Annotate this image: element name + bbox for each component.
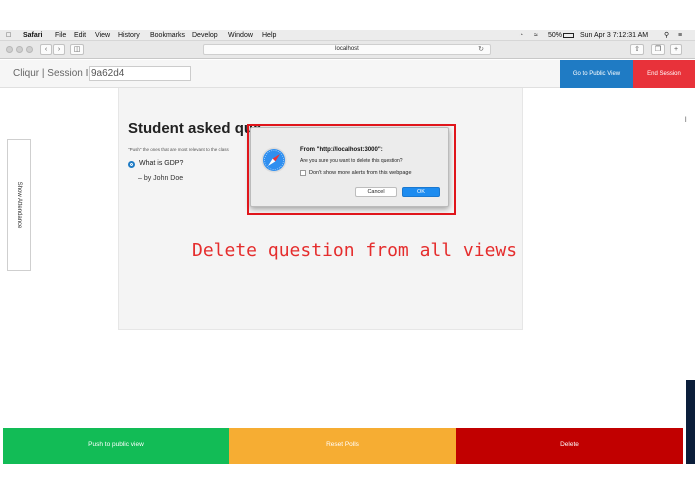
menu-app-name[interactable]: Safari	[23, 31, 42, 40]
question-radio[interactable]	[128, 161, 135, 168]
menu-bookmarks[interactable]: Bookmarks	[150, 31, 185, 40]
menu-edit[interactable]: Edit	[74, 31, 86, 40]
menu-view[interactable]: View	[95, 31, 110, 40]
mac-menu-bar:  Safari File Edit View History Bookmark…	[0, 30, 695, 41]
panel-hint: "Push" the ones that are most relevant t…	[128, 147, 229, 152]
address-bar[interactable]: localhost ↻	[203, 44, 491, 55]
back-icon[interactable]: ‹	[40, 44, 52, 55]
delete-button[interactable]: Delete	[456, 428, 683, 464]
forward-icon[interactable]: ›	[53, 44, 65, 55]
address-text: localhost	[335, 46, 359, 52]
dialog-highlight-box	[247, 124, 456, 215]
right-edge-mark: l	[685, 117, 687, 124]
sync-icon[interactable]: ◔	[519, 31, 523, 40]
app-header: Cliqur | Session ID: 9a62d4 Go to Public…	[0, 60, 695, 88]
annotation-caption: Delete question from all views	[192, 240, 518, 261]
session-id-field[interactable]: 9a62d4	[89, 66, 191, 81]
spotlight-icon[interactable]: ⚲	[664, 31, 669, 40]
go-to-public-view-button[interactable]: Go to Public View	[560, 60, 633, 88]
panel-heading: Student asked que	[128, 120, 262, 137]
tabs-icon[interactable]: ❐	[651, 44, 665, 55]
close-window-icon[interactable]	[6, 46, 13, 53]
minimize-window-icon[interactable]	[16, 46, 23, 53]
notification-center-icon[interactable]: ≡	[678, 31, 682, 40]
share-icon[interactable]: ⇧	[630, 44, 644, 55]
battery-icon[interactable]	[563, 33, 574, 38]
app-title: Cliqur | Session ID:	[13, 68, 99, 79]
show-attendance-label: Show Attendance	[16, 181, 22, 229]
menu-history[interactable]: History	[118, 31, 140, 40]
apple-icon[interactable]: 	[6, 31, 11, 40]
menu-window[interactable]: Window	[228, 31, 253, 40]
battery-percent: 50%	[548, 32, 563, 39]
reset-polls-button[interactable]: Reset Polls	[229, 428, 456, 464]
menu-develop[interactable]: Develop	[192, 31, 218, 40]
sidebar-toggle-icon[interactable]: ◫	[70, 44, 84, 55]
clock[interactable]: Sun Apr 3 7:12:31 AM	[580, 31, 648, 40]
reload-icon[interactable]: ↻	[478, 45, 484, 54]
menu-help[interactable]: Help	[262, 31, 276, 40]
question-author: – by John Doe	[138, 175, 184, 182]
desktop-background-strip	[686, 380, 695, 464]
end-session-button[interactable]: End Session	[633, 60, 695, 88]
show-attendance-tab[interactable]: Show Attendance	[7, 139, 31, 271]
wifi-icon[interactable]: ≈	[534, 31, 538, 40]
menu-file[interactable]: File	[55, 31, 66, 40]
zoom-window-icon[interactable]	[26, 46, 33, 53]
new-tab-icon[interactable]: +	[670, 44, 682, 55]
browser-toolbar: ‹ › ◫ localhost ↻ ⇧ ❐ +	[0, 41, 695, 59]
question-text: What is GDP?	[139, 160, 184, 167]
push-to-public-view-button[interactable]: Push to public view	[3, 428, 229, 464]
